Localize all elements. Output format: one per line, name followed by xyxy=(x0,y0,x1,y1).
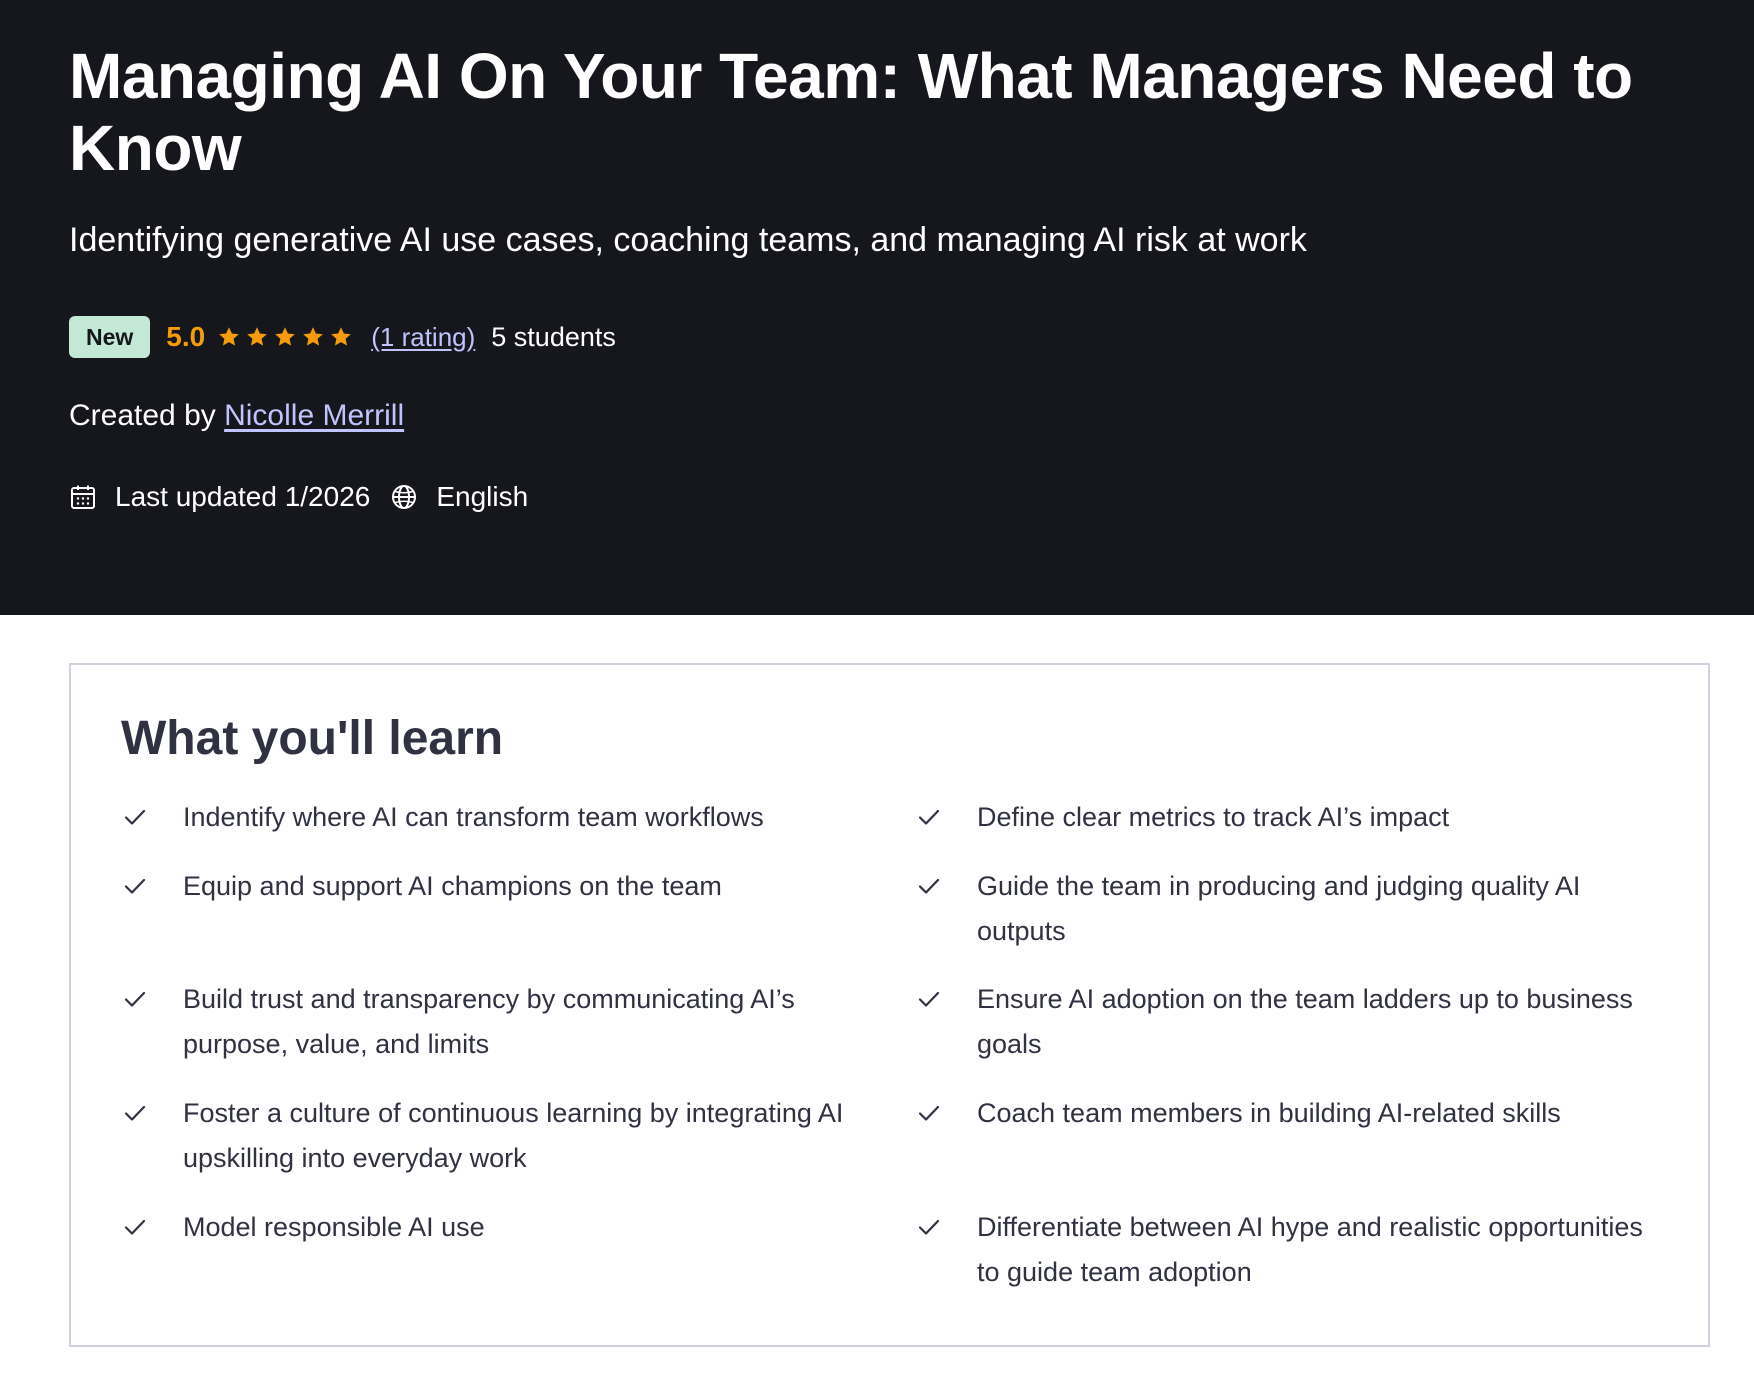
list-item: Differentiate between AI hype and realis… xyxy=(915,1205,1655,1295)
list-item-text: Build trust and transparency by communic… xyxy=(183,984,795,1059)
course-header: Managing AI On Your Team: What Managers … xyxy=(0,0,1754,615)
what-youll-learn-section: What you'll learn Indentify where AI can… xyxy=(69,663,1710,1347)
section-heading: What you'll learn xyxy=(121,712,504,765)
list-item-text: Foster a culture of continuous learning … xyxy=(183,1098,844,1173)
rating-count-link[interactable]: (1 rating) xyxy=(371,322,475,353)
list-item-text: Equip and support AI champions on the te… xyxy=(183,871,722,901)
globe-icon xyxy=(392,485,417,509)
check-icon xyxy=(918,1105,940,1121)
check-icon xyxy=(124,1105,146,1121)
check-icon xyxy=(918,991,940,1007)
instructor-row: Created by Nicolle Merrill xyxy=(69,396,404,436)
learning-objectives-list: Indentify where AI can transform team wo… xyxy=(121,795,1661,1315)
list-item-text: Define clear metrics to track AI’s impac… xyxy=(977,802,1450,832)
check-icon xyxy=(918,1219,940,1235)
course-title: Managing AI On Your Team: What Managers … xyxy=(69,40,1633,184)
check-icon xyxy=(124,878,146,894)
list-item: Build trust and transparency by communic… xyxy=(121,977,861,1067)
calendar-icon xyxy=(71,485,95,509)
check-icon xyxy=(124,991,146,1007)
list-item-text: Guide the team in producing and judging … xyxy=(977,871,1581,946)
list-item: Model responsible AI use xyxy=(121,1205,861,1250)
star-icon xyxy=(247,327,268,346)
instructor-link[interactable]: Nicolle Merrill xyxy=(224,399,404,432)
new-badge: New xyxy=(69,316,151,358)
list-item: Foster a culture of continuous learning … xyxy=(121,1091,861,1181)
list-item-text: Coach team members in building AI-relate… xyxy=(977,1098,1561,1128)
list-item-text: Model responsible AI use xyxy=(183,1212,485,1242)
last-updated-text: Last updated 1/2026 xyxy=(115,481,371,512)
star-icon xyxy=(275,327,296,346)
star-rating xyxy=(217,325,357,349)
star-icon xyxy=(219,327,240,346)
check-icon xyxy=(124,809,146,825)
check-icon xyxy=(918,809,940,825)
rating-value: 5.0 xyxy=(166,321,206,352)
list-item-text: Ensure AI adoption on the team ladders u… xyxy=(977,984,1633,1059)
rating-row: New 5.0 (1 rating) 5 students xyxy=(69,316,616,358)
list-item: Indentify where AI can transform team wo… xyxy=(121,795,861,840)
list-item-text: Differentiate between AI hype and realis… xyxy=(977,1212,1643,1287)
star-icon xyxy=(303,327,324,346)
list-item: Equip and support AI champions on the te… xyxy=(121,864,861,909)
list-item: Define clear metrics to track AI’s impac… xyxy=(915,795,1655,840)
check-icon xyxy=(918,878,940,894)
course-subtitle: Identifying generative AI use cases, coa… xyxy=(69,221,1307,259)
check-icon xyxy=(124,1219,146,1235)
language-text: English xyxy=(436,481,529,512)
list-item: Guide the team in producing and judging … xyxy=(915,864,1655,954)
course-info-row: Last updated 1/2026 English xyxy=(69,477,528,517)
list-item: Ensure AI adoption on the team ladders u… xyxy=(915,977,1655,1067)
star-icon xyxy=(331,327,352,346)
list-item-text: Indentify where AI can transform team wo… xyxy=(183,802,764,832)
created-by-label: Created by xyxy=(69,399,216,432)
list-item: Coach team members in building AI-relate… xyxy=(915,1091,1655,1136)
student-count: 5 students xyxy=(491,321,616,352)
